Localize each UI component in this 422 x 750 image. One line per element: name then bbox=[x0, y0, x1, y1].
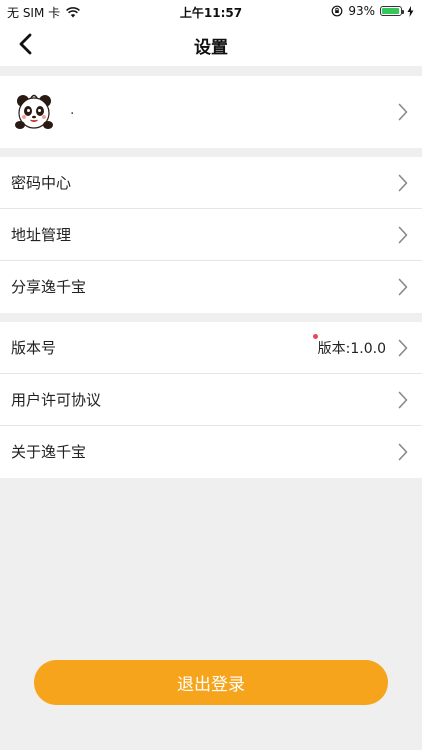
row-label: 密码中心 bbox=[11, 174, 72, 192]
profile-name: . bbox=[70, 102, 75, 118]
settings-group-account: 密码中心 地址管理 分享逸千宝 bbox=[0, 157, 422, 313]
row-label: 用户许可协议 bbox=[11, 391, 102, 409]
row-label: 关于逸千宝 bbox=[11, 443, 87, 461]
row-about-app[interactable]: 关于逸千宝 bbox=[0, 426, 422, 478]
chevron-right-icon bbox=[398, 391, 408, 409]
row-share-app[interactable]: 分享逸千宝 bbox=[0, 261, 422, 313]
battery-icon bbox=[380, 6, 404, 16]
version-value: 版本:1.0.0 bbox=[317, 341, 386, 357]
row-version[interactable]: 版本号 版本:1.0.0 bbox=[0, 322, 422, 374]
status-bar: 无 SIM 卡 上午11:57 93% bbox=[0, 0, 422, 22]
charging-icon bbox=[407, 5, 414, 17]
profile-row[interactable]: . bbox=[0, 76, 422, 148]
chevron-right-icon bbox=[398, 339, 408, 357]
logout-button[interactable]: 退出登录 bbox=[34, 660, 388, 705]
row-label: 版本号 bbox=[11, 339, 57, 357]
battery-percent: 93% bbox=[348, 4, 375, 18]
row-password-center[interactable]: 密码中心 bbox=[0, 157, 422, 209]
status-right: 93% bbox=[331, 4, 414, 18]
row-label: 分享逸千宝 bbox=[11, 278, 87, 296]
chevron-right-icon bbox=[398, 443, 408, 461]
chevron-right-icon bbox=[398, 226, 408, 244]
chevron-right-icon bbox=[398, 174, 408, 192]
orientation-lock-icon bbox=[331, 5, 343, 17]
chevron-right-icon bbox=[398, 278, 408, 296]
page-title: 设置 bbox=[194, 38, 228, 58]
row-user-license[interactable]: 用户许可协议 bbox=[0, 374, 422, 426]
row-address-management[interactable]: 地址管理 bbox=[0, 209, 422, 261]
row-label: 地址管理 bbox=[11, 226, 72, 244]
chevron-right-icon bbox=[398, 103, 408, 121]
navigation-bar: 设置 bbox=[0, 22, 422, 66]
battery-cap bbox=[402, 10, 404, 14]
settings-group-about: 版本号 版本:1.0.0 用户许可协议 关于逸千宝 bbox=[0, 322, 422, 478]
panda-avatar bbox=[15, 94, 53, 129]
battery-fill bbox=[382, 8, 399, 14]
